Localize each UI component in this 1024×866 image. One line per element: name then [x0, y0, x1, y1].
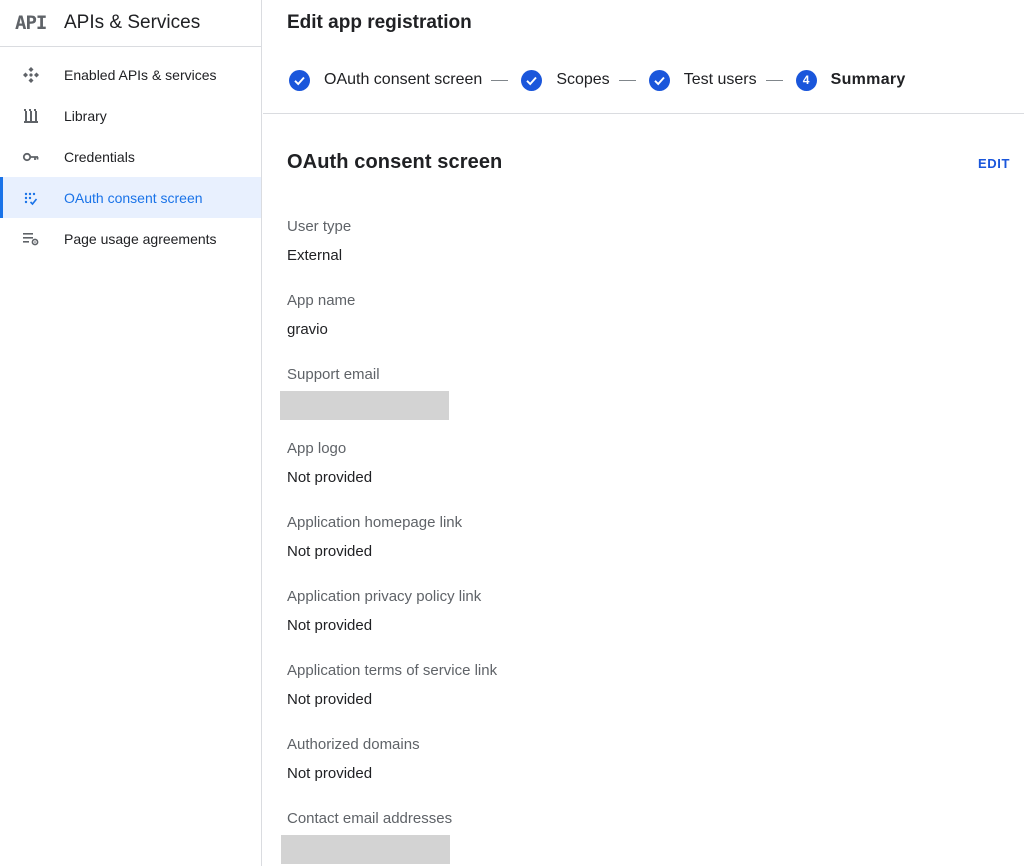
main-header: Edit app registration — [263, 0, 1024, 47]
sidebar-item-page-usage-agreements[interactable]: Page usage agreements — [0, 218, 261, 259]
page-title: Edit app registration — [287, 12, 472, 33]
field-label: User type — [287, 218, 352, 235]
sidebar-header: API APIs & Services — [0, 0, 261, 47]
consent-screen-icon — [0, 189, 64, 207]
field-privacy-policy-link: Application privacy policy link Not prov… — [287, 587, 1024, 636]
field-label: App name — [287, 292, 356, 309]
field-value: Not provided — [287, 765, 373, 782]
field-support-email: Support email — [280, 365, 1024, 420]
field-value: Not provided — [287, 691, 373, 708]
step-summary[interactable]: 4 Summary — [795, 69, 906, 91]
step-label: Scopes — [556, 71, 610, 88]
field-label: App logo — [287, 440, 347, 457]
step-separator — [618, 79, 636, 81]
step-label: Test users — [683, 71, 757, 88]
step-number: 4 — [795, 69, 817, 91]
enabled-apis-icon — [0, 66, 64, 84]
sidebar-nav: Enabled APIs & services Library Credenti… — [0, 54, 261, 259]
field-label: Contact email addresses — [287, 810, 453, 827]
edit-button[interactable]: EDIT — [978, 156, 1010, 171]
field-label: Support email — [287, 366, 380, 383]
field-contact-email-addresses: Contact email addresses — [281, 809, 1024, 864]
step-separator — [491, 79, 509, 81]
sidebar-item-oauth-consent-screen[interactable]: OAuth consent screen — [0, 177, 261, 218]
sidebar: API APIs & Services Enabled APIs & servi… — [0, 0, 262, 866]
field-label: Application homepage link — [287, 514, 463, 531]
stepper: OAuth consent screen Scopes Test users 4… — [263, 47, 1024, 114]
field-authorized-domains: Authorized domains Not provided — [287, 735, 1024, 784]
sidebar-item-library[interactable]: Library — [0, 95, 261, 136]
field-label: Application terms of service link — [287, 662, 498, 679]
field-homepage-link: Application homepage link Not provided — [287, 513, 1024, 562]
redacted-block — [280, 391, 449, 420]
redacted-block — [281, 835, 450, 864]
key-icon — [0, 148, 64, 166]
sidebar-item-credentials[interactable]: Credentials — [0, 136, 261, 177]
field-value: Not provided — [287, 543, 373, 560]
step-oauth-consent-screen[interactable]: OAuth consent screen — [289, 69, 483, 91]
sidebar-item-enabled-apis[interactable]: Enabled APIs & services — [0, 54, 261, 95]
settings-list-icon — [0, 230, 64, 248]
sidebar-item-label: Enabled APIs & services — [64, 66, 217, 83]
field-value: gravio — [287, 321, 328, 338]
field-label: Application privacy policy link — [287, 588, 482, 605]
field-app-logo: App logo Not provided — [287, 439, 1024, 488]
field-value: Not provided — [287, 617, 373, 634]
field-terms-of-service-link: Application terms of service link Not pr… — [287, 661, 1024, 710]
check-icon — [289, 69, 310, 91]
step-separator — [765, 79, 783, 81]
sidebar-item-label: Library — [64, 107, 107, 124]
main-content: Edit app registration OAuth consent scre… — [263, 0, 1024, 866]
section-title: OAuth consent screen — [287, 151, 503, 173]
sidebar-item-label: Credentials — [64, 148, 135, 165]
library-icon — [0, 107, 64, 125]
product-title[interactable]: APIs & Services — [64, 12, 200, 34]
field-app-name: App name gravio — [287, 291, 1024, 340]
field-value: Not provided — [287, 469, 373, 486]
field-label: Authorized domains — [287, 736, 420, 753]
sidebar-item-label: Page usage agreements — [64, 230, 217, 247]
check-icon — [521, 69, 543, 91]
check-icon — [648, 69, 670, 91]
sidebar-item-label: OAuth consent screen — [64, 189, 203, 206]
field-user-type: User type External — [287, 217, 1024, 266]
step-test-users[interactable]: Test users — [648, 69, 757, 91]
summary-section: OAuth consent screen EDIT User type Exte… — [263, 114, 1024, 864]
field-value: External — [287, 247, 343, 264]
step-label: OAuth consent screen — [324, 71, 483, 88]
step-label: Summary — [830, 71, 906, 88]
api-logo[interactable]: API — [0, 12, 64, 34]
step-scopes[interactable]: Scopes — [521, 69, 610, 91]
